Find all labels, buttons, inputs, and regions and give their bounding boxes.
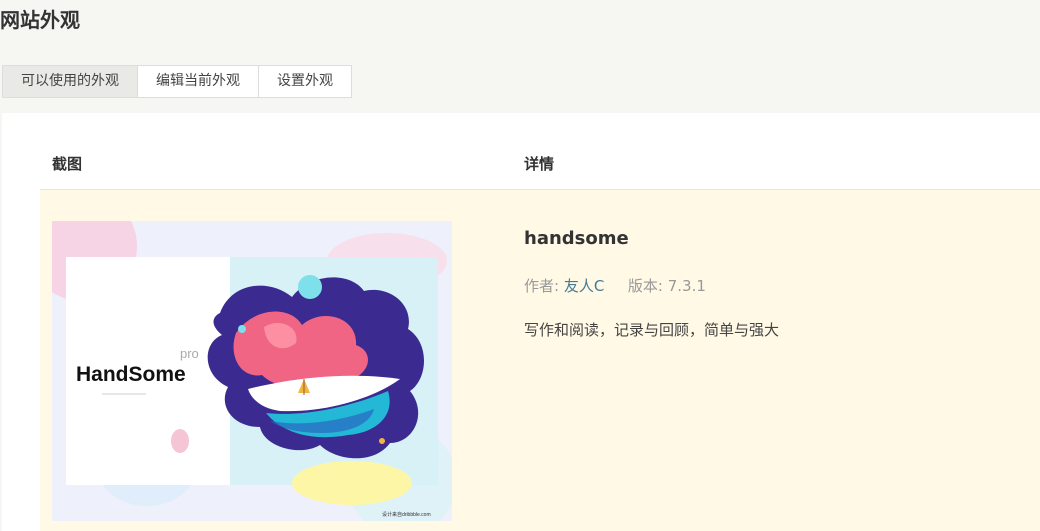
page-title: 网站外观 bbox=[0, 8, 80, 32]
column-header-details: 详情 bbox=[524, 155, 555, 173]
tab-edit-current-theme[interactable]: 编辑当前外观 bbox=[137, 65, 259, 98]
theme-tabs: 可以使用的外观 编辑当前外观 设置外观 bbox=[2, 65, 352, 98]
table-row: pro HandSome 设计来自dribbble.com handsome 作… bbox=[40, 190, 1040, 531]
tab-theme-settings[interactable]: 设置外观 bbox=[258, 65, 352, 98]
version-label: 版本: bbox=[627, 277, 663, 295]
screenshot-pro-label: pro bbox=[180, 346, 199, 361]
theme-name: handsome bbox=[524, 228, 629, 249]
column-header-screenshot: 截图 bbox=[52, 155, 83, 173]
author-link[interactable]: 友人C bbox=[564, 277, 604, 295]
version-value: 7.3.1 bbox=[667, 277, 706, 295]
themes-table: 截图 详情 pro HandSome 设计来自dribbble.com hand… bbox=[2, 113, 1040, 531]
screenshot-brand-label: HandSome bbox=[76, 363, 186, 386]
author-label: 作者: bbox=[524, 277, 560, 295]
theme-screenshot[interactable]: pro HandSome 设计来自dribbble.com bbox=[52, 221, 452, 521]
theme-meta: 作者: 友人C 版本: 7.3.1 bbox=[524, 275, 706, 296]
theme-description: 写作和阅读，记录与回顾，简单与强大 bbox=[524, 321, 780, 339]
tab-available-themes[interactable]: 可以使用的外观 bbox=[2, 65, 138, 98]
screenshot-credit-label: 设计来自dribbble.com bbox=[382, 511, 431, 518]
